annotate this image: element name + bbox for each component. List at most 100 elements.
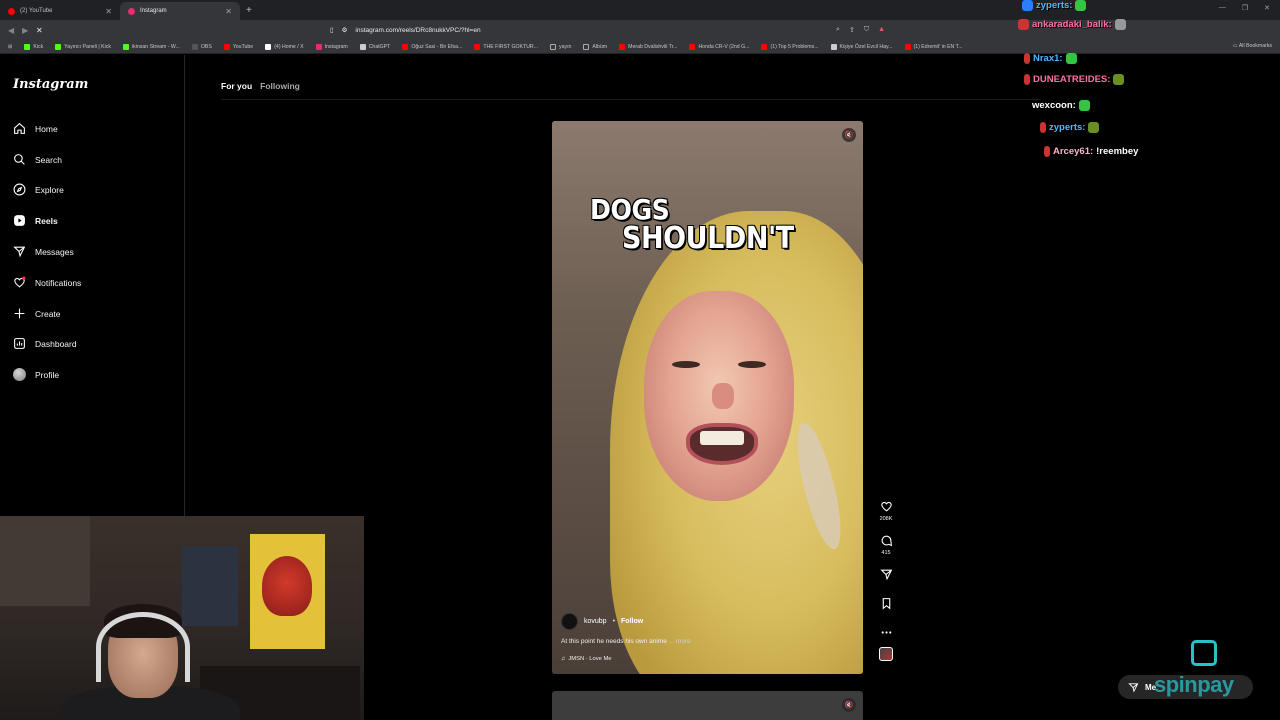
bookmark-item[interactable]: YouTube (223, 43, 253, 50)
bookmark-item[interactable]: Kick (24, 43, 43, 50)
video-teeth (700, 431, 744, 445)
site-info-icon[interactable]: ⚙ (342, 26, 348, 34)
comment-icon[interactable] (880, 534, 893, 547)
bookmark-item[interactable]: Honda CR-V (2nd G... (689, 43, 749, 50)
bookmark-label: Merab Dvalishvili Tr... (628, 43, 678, 50)
maximize-icon[interactable]: ❐ (1242, 4, 1248, 12)
browser-tab-youtube[interactable]: (2) YouTube ✕ (0, 2, 120, 20)
sidebar-item-explore[interactable]: Explore (13, 183, 64, 196)
sidebar-item-messages[interactable]: Messages (13, 245, 74, 258)
video-nose (712, 383, 734, 409)
webcam-poster (0, 516, 90, 606)
minimize-icon[interactable]: — (1219, 4, 1226, 12)
sponsor-overlay: spinpay (1150, 640, 1270, 700)
address-bar[interactable]: ▯ ⚙ instagram.com/reels/DRc8nukkVPC/?hl=… (330, 23, 885, 37)
omnibox-actions: ⌕ ⇪ ⛉ ▲ (836, 26, 885, 34)
audio-thumbnail[interactable] (879, 647, 893, 661)
video-eye (672, 361, 700, 368)
bookmark-label: Instagram (324, 43, 348, 50)
bookmark-label: Oğuz Sasi - Bir Efsa... (411, 43, 463, 50)
bookmark-item[interactable]: THE FIRST GOKTUR... (474, 43, 539, 50)
sidebar-item-label: Profile (35, 369, 60, 380)
bookmark-page-icon[interactable]: ▯ (330, 26, 334, 34)
reel-info: kovubp • Follow At this point he needs h… (561, 613, 821, 662)
bookmark-item[interactable]: ChatGPT (359, 43, 390, 50)
bookmark-label: ikinsan Stream - W... (131, 43, 180, 50)
chat-message: ankaradaki_balik: (1018, 19, 1126, 30)
reel-author: kovubp • Follow (561, 613, 821, 630)
share-icon[interactable] (879, 568, 893, 581)
like-heart-icon[interactable] (880, 500, 893, 513)
bookmark-item[interactable]: Kişiye Özel Evcil Hay... (830, 43, 893, 50)
reel-audio[interactable]: ♫ JMSN · Love Me (561, 656, 821, 662)
video-eye (738, 361, 766, 368)
separator: • (612, 618, 616, 625)
tab-close-icon[interactable]: ✕ (225, 7, 232, 16)
tab-following[interactable]: Following (260, 81, 300, 91)
bookmark-label: OBS (200, 43, 212, 50)
folder-icon (583, 43, 590, 50)
bookmark-item[interactable]: OBS (191, 43, 212, 50)
sidebar-item-notifications[interactable]: Notifications (13, 276, 81, 289)
window-close-icon[interactable]: ✕ (1264, 4, 1270, 12)
bookmark-item[interactable]: Oğuz Sasi - Bir Efsa... (402, 43, 463, 50)
chat-username: zyperts: (1049, 122, 1086, 133)
dashboard-icon (14, 338, 25, 349)
sidebar-item-label: Dashboard (35, 338, 77, 349)
tab-close-icon[interactable]: ✕ (105, 7, 112, 16)
bookmark-favicon-icon (619, 43, 626, 50)
save-bookmark-icon[interactable] (880, 597, 893, 610)
chat-username: zyperts: (1036, 0, 1073, 11)
back-icon[interactable]: ◀ (8, 26, 14, 35)
chat-message: wexcoon: (1032, 100, 1090, 111)
bookmark-item[interactable]: (4) Home / X (265, 43, 304, 50)
emote-icon (1114, 19, 1126, 30)
sidebar-item-search[interactable]: Search (13, 153, 62, 166)
bookmark-favicon-icon (265, 43, 272, 50)
all-bookmarks-button[interactable]: ▭ All Bookmarks (1226, 43, 1272, 49)
spinpay-logo-icon (1191, 640, 1217, 666)
tab-for-you[interactable]: For you (221, 81, 252, 91)
reel-video[interactable]: DOGS SHOULDN'T 🔇 kovubp • Follow At this… (552, 121, 863, 674)
folder-icon (550, 43, 557, 50)
instagram-logo[interactable]: Instagram (13, 77, 88, 92)
bookmark-favicon-icon (315, 43, 322, 50)
forward-icon[interactable]: ▶ (22, 26, 28, 35)
mute-toggle-icon[interactable]: 🔇 (842, 128, 856, 142)
author-avatar[interactable] (561, 613, 578, 630)
bookmark-item[interactable]: Instagram (315, 43, 348, 50)
more-options-icon[interactable] (880, 626, 893, 639)
bookmark-item[interactable]: ikinsan Stream - W... (122, 43, 180, 50)
sidebar-item-dashboard[interactable]: Dashboard (13, 337, 77, 350)
share-icon[interactable]: ⇪ (849, 26, 855, 34)
stop-loading-icon[interactable]: ✕ (34, 25, 44, 35)
sidebar-item-home[interactable]: Home (13, 122, 58, 135)
heart-icon (14, 276, 26, 288)
shield-icon[interactable]: ⛉ (864, 26, 869, 34)
bookmark-folder[interactable]: yayın (550, 43, 571, 50)
home-icon (14, 122, 25, 134)
sidebar-item-create[interactable]: Create (13, 307, 61, 320)
chat-username: wexcoon: (1032, 100, 1076, 111)
zoom-icon[interactable]: ⌕ (836, 26, 840, 34)
new-tab-icon[interactable]: + (246, 5, 252, 16)
author-username[interactable]: kovubp (584, 618, 607, 625)
more-link[interactable]: ... more (669, 638, 691, 645)
bookmark-item[interactable]: (1) Top 5 Problems... (761, 43, 819, 50)
bookmark-item[interactable]: Yayıncı Paneli | Kick (55, 43, 111, 50)
mute-toggle-icon[interactable]: 🔇 (842, 698, 856, 712)
next-reel-preview[interactable]: 🔇 (552, 691, 863, 720)
alert-icon[interactable]: ▲ (878, 26, 885, 34)
browser-tab-instagram[interactable]: Instagram ✕ (120, 2, 240, 20)
chat-username: Arcey61: (1053, 146, 1094, 157)
like-count: 208K (879, 516, 893, 522)
sidebar-item-reels[interactable]: Reels (13, 214, 58, 227)
apps-grid-icon[interactable]: ⊞ (8, 44, 12, 50)
bookmark-item[interactable]: (1) Edremit' in EN T... (904, 43, 963, 50)
follow-button[interactable]: Follow (621, 618, 643, 625)
bookmark-folder[interactable]: Albüm (583, 43, 607, 50)
bookmark-label: THE FIRST GOKTUR... (483, 43, 539, 50)
chat-message: Arcey61: !reembey (1044, 146, 1138, 157)
sidebar-item-profile[interactable]: Profile (13, 368, 59, 381)
bookmark-item[interactable]: Merab Dvalishvili Tr... (619, 43, 678, 50)
